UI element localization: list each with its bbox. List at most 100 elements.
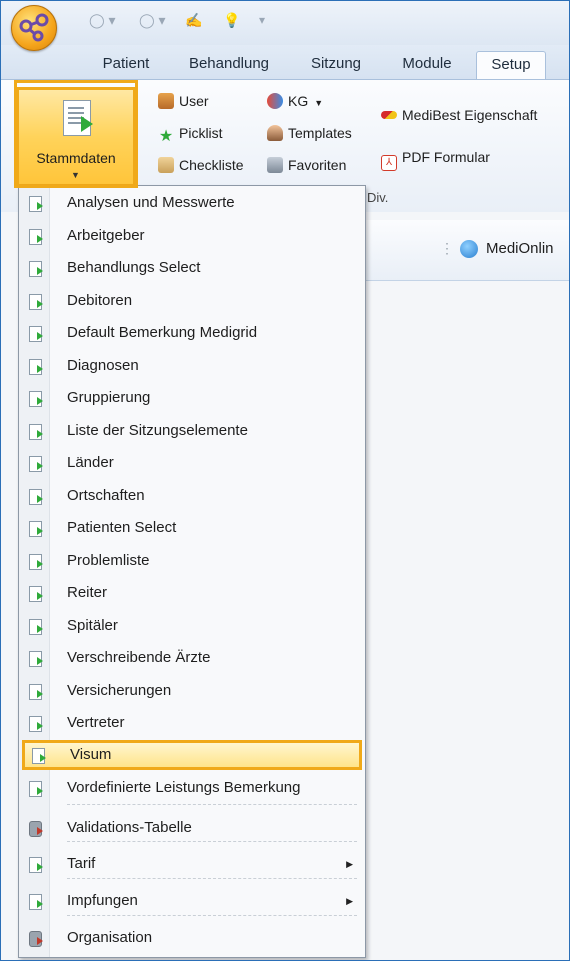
stammdaten-dropdown-menu: Analysen und Messwerte Arbeitgeber Behandl… [18, 185, 366, 958]
menu-item-lander[interactable]: Länder [19, 448, 365, 478]
document-arrow-icon [29, 456, 43, 472]
tab-module[interactable]: Module [389, 51, 465, 79]
ribbon-tabs: Patient Behandlung Sitzung Module Setup [1, 45, 569, 80]
checkliste-button[interactable]: Checkliste [158, 154, 244, 176]
database-icon [29, 931, 43, 947]
undo-icon[interactable]: ◯ ▾ [89, 11, 116, 29]
stammdaten-label: Stammdaten [36, 150, 116, 166]
menu-item-arbeitgeber[interactable]: Arbeitgeber [19, 221, 365, 251]
group-label-div: Div. [367, 190, 389, 205]
lightbulb-icon[interactable]: 💡 [223, 11, 240, 29]
menu-item-label: Behandlungs Select [67, 259, 201, 276]
menu-item-label: Liste der Sitzungselemente [67, 421, 248, 439]
users-icon [158, 93, 174, 109]
menu-separator [67, 841, 357, 842]
document-arrow-icon [32, 748, 46, 764]
pdf-formular-button[interactable]: ⅄ PDF Formular [381, 146, 490, 171]
menu-item-analysen-und-messwerte[interactable]: Analysen und Messwerte [19, 188, 365, 218]
app-menu-orb[interactable] [11, 5, 57, 51]
document-arrow-icon [29, 228, 43, 245]
chevron-down-icon: ▼ [314, 98, 324, 108]
customize-quick-access-icon[interactable]: ▾ [259, 11, 265, 29]
globe-icon [460, 240, 478, 258]
signature-icon[interactable]: ✍ [185, 11, 202, 29]
menu-separator [67, 915, 357, 916]
picklist-button[interactable]: ★ Picklist [158, 122, 223, 145]
document-arrow-icon [29, 716, 43, 732]
menu-item-label: Organisation [67, 929, 153, 946]
menu-item-label: Debitoren [67, 291, 133, 309]
quick-access-bar: ◯ ▾ ◯ ▾ ✍ 💡 ▾ [1, 1, 569, 51]
document-arrow-icon [29, 618, 43, 635]
menu-item-label: Default Bemerkung Medigrid [67, 324, 258, 341]
menu-item-vertreter[interactable]: Vertreter [19, 708, 365, 738]
menu-item-label: Ortschaften [67, 486, 145, 504]
menu-item-label: Tarif [67, 855, 96, 872]
app-logo-icon [19, 13, 49, 42]
document-arrow-icon [29, 261, 43, 277]
document-arrow-icon [29, 586, 43, 602]
template-icon [267, 125, 283, 141]
menu-item-liste-der-sitzungselemente[interactable]: Liste der Sitzungselemente [19, 416, 365, 446]
menu-separator [67, 878, 357, 879]
menu-item-ortschaften[interactable]: Ortschaften [19, 481, 365, 511]
menu-item-debitoren[interactable]: Debitoren [19, 286, 365, 316]
menu-item-organisation[interactable]: Organisation [19, 923, 365, 953]
document-arrow-icon [29, 781, 43, 797]
document-arrow-icon [29, 391, 43, 407]
kg-button[interactable]: KG ▼ [267, 90, 323, 112]
menu-item-label: Impfungen [67, 892, 138, 909]
stammdaten-button[interactable]: Stammdaten ▼ [16, 87, 136, 187]
menu-item-verschreibende-arzte[interactable]: Verschreibende Ärzte [19, 643, 365, 673]
menu-separator [67, 804, 357, 805]
arrow-right-icon [81, 116, 93, 132]
menu-item-reiter[interactable]: Reiter [19, 578, 365, 608]
pdf-icon: ⅄ [381, 155, 397, 171]
redo-icon[interactable]: ◯ ▾ [139, 11, 166, 29]
templates-button[interactable]: Templates [267, 122, 352, 144]
favorites-icon [267, 157, 283, 173]
toolbar-grip-icon: ⋮ [440, 240, 454, 256]
menu-item-diagnosen[interactable]: Diagnosen [19, 351, 365, 381]
document-arrow-icon [29, 423, 43, 440]
tab-setup[interactable]: Setup [476, 51, 546, 80]
menu-item-label: Gruppierung [67, 389, 151, 406]
chevron-down-icon: ▼ [71, 170, 80, 180]
user-button[interactable]: User [158, 90, 209, 112]
menu-item-validations-tabelle[interactable]: Validations-Tabelle [19, 813, 365, 843]
tab-patient[interactable]: Patient [87, 51, 165, 79]
menu-item-spitaler[interactable]: Spitäler [19, 611, 365, 641]
menu-item-behandlungs-select[interactable]: Behandlungs Select [19, 253, 365, 283]
menu-item-patienten-select[interactable]: Patienten Select [19, 513, 365, 543]
document-arrow-icon [29, 894, 43, 910]
tab-sitzung[interactable]: Sitzung [297, 51, 375, 79]
menu-item-label: Visum [70, 746, 112, 763]
menu-item-default-bemerkung-medigrid[interactable]: Default Bemerkung Medigrid [19, 318, 365, 348]
menu-item-impfungen[interactable]: Impfungen ▶ [19, 886, 365, 916]
app-window: ◯ ▾ ◯ ▾ ✍ 💡 ▾ Patient Behandlung Sitzung… [0, 0, 570, 961]
medionline-button[interactable]: MediOnlin [486, 240, 554, 257]
kg-icon [267, 93, 283, 109]
tab-behandlung[interactable]: Behandlung [177, 51, 281, 79]
menu-item-label: Vordefinierte Leistungs Bemerkung [67, 779, 301, 796]
menu-item-versicherungen[interactable]: Versicherungen [19, 676, 365, 706]
document-arrow-icon [29, 196, 43, 212]
document-arrow-icon [29, 683, 43, 700]
menu-item-gruppierung[interactable]: Gruppierung [19, 383, 365, 413]
checklist-icon [158, 157, 174, 173]
favoriten-button[interactable]: Favoriten [267, 154, 346, 176]
menu-item-vordefinierte-leistungs-bemerkung[interactable]: Vordefinierte Leistungs Bemerkung [19, 773, 365, 803]
menu-item-visum[interactable]: Visum [22, 740, 362, 770]
database-icon [29, 821, 43, 837]
menu-item-problemliste[interactable]: Problemliste [19, 546, 365, 576]
submenu-arrow-icon: ▶ [346, 896, 353, 906]
document-arrow-icon [29, 857, 43, 873]
document-arrow-icon [29, 293, 43, 310]
document-arrow-icon [29, 488, 43, 505]
document-arrow-icon [29, 358, 43, 375]
pill-icon [381, 111, 397, 119]
medibest-eigenschaft-button[interactable]: MediBest Eigenschaft [381, 104, 537, 126]
star-icon: ★ [158, 128, 174, 145]
menu-item-label: Diagnosen [67, 356, 139, 374]
menu-item-tarif[interactable]: Tarif ▶ [19, 849, 365, 879]
